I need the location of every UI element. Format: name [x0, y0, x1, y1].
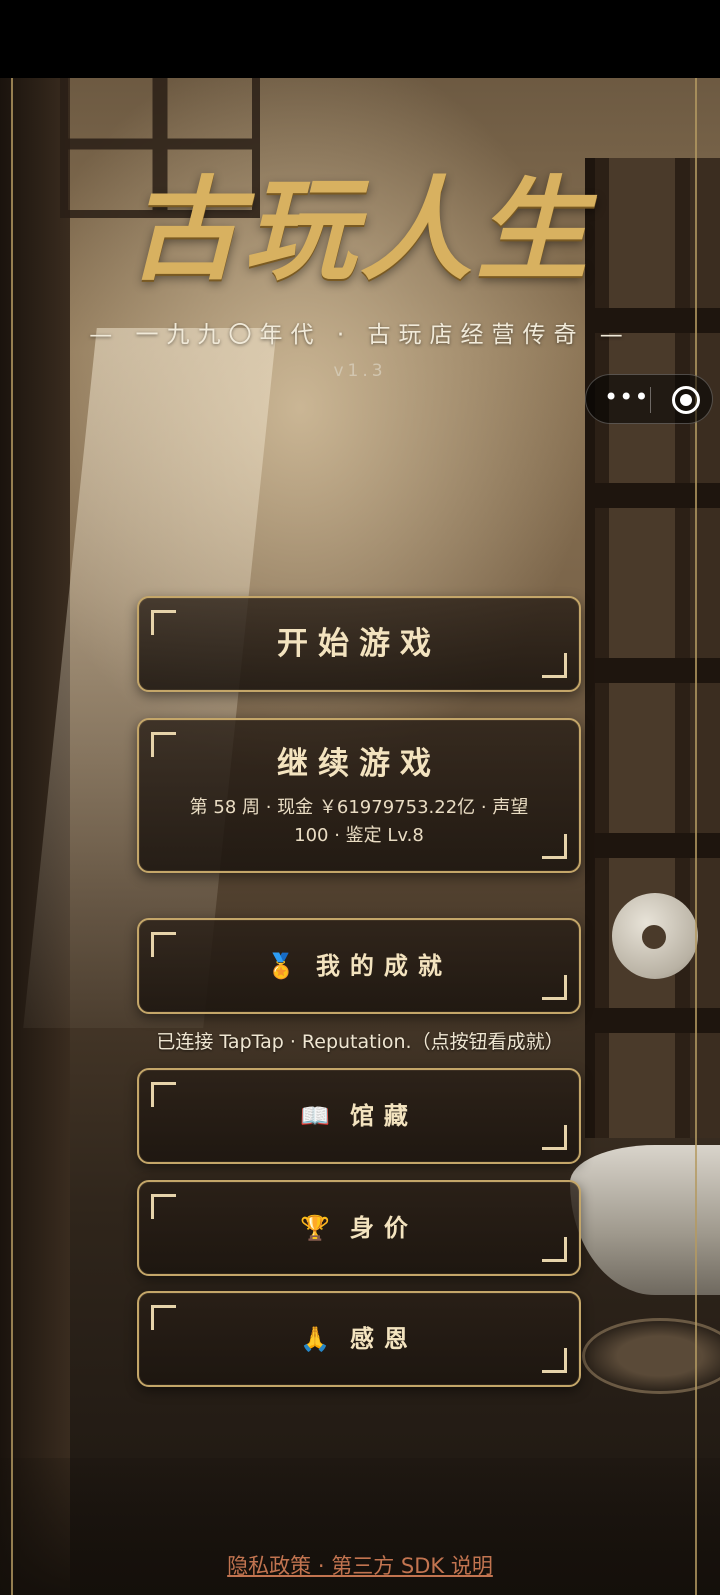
thanks-label: 感恩 [349, 1325, 418, 1353]
thanks-button[interactable]: 🙏 感恩 [137, 1291, 581, 1387]
achievements-button[interactable]: 🏅 我的成就 [137, 918, 581, 1014]
corner-ornament [151, 1194, 176, 1219]
start-game-label: 开始游戏 [277, 626, 441, 662]
continue-game-label: 继续游戏 [277, 746, 441, 782]
status-bar [0, 0, 720, 78]
corner-ornament [542, 1237, 567, 1262]
frame-line-right [695, 78, 697, 1595]
target-circle-icon[interactable] [672, 386, 700, 414]
achievements-label: 我的成就 [315, 952, 452, 980]
corner-ornament [542, 1125, 567, 1150]
corner-ornament [542, 653, 567, 678]
corner-ornament [542, 975, 567, 1000]
mini-program-capsule: ••• [585, 374, 713, 424]
book-icon: 📖 [300, 1102, 330, 1130]
corner-ornament [151, 1082, 176, 1107]
collection-button[interactable]: 📖 馆藏 [137, 1068, 581, 1164]
corner-ornament [151, 610, 176, 635]
corner-ornament [151, 1305, 176, 1330]
net-worth-label: 身价 [349, 1214, 418, 1242]
antique-cabinet [585, 158, 720, 1138]
frame-line-left [11, 78, 13, 1595]
medal-icon: 🏅 [266, 952, 296, 980]
net-worth-button[interactable]: 🏆 身价 [137, 1180, 581, 1276]
praying-hands-icon: 🙏 [300, 1325, 330, 1353]
capsule-divider [650, 387, 651, 413]
privacy-policy-link[interactable]: 隐私政策 · 第三方 SDK 说明 [0, 1550, 720, 1580]
continue-game-button[interactable]: 继续游戏 第 58 周 · 现金 ￥61979753.22亿 · 声望 100 … [137, 718, 581, 873]
jade-disc-hole [642, 925, 666, 949]
start-game-button[interactable]: 开始游戏 [137, 596, 581, 692]
corner-ornament [151, 932, 176, 957]
save-summary: 第 58 周 · 现金 ￥61979753.22亿 · 声望 100 · 鉴定 … [189, 797, 529, 846]
taptap-connection-note: 已连接 TapTap · Reputation.（点按钮看成就） [156, 1031, 564, 1053]
corner-ornament [151, 732, 176, 757]
game-subtitle: — 一九九〇年代 · 古玩店经营传奇 — [89, 322, 631, 348]
trophy-icon: 🏆 [300, 1214, 330, 1242]
corner-ornament [542, 834, 567, 859]
corner-ornament [542, 1348, 567, 1373]
game-title: 古玩人生 [128, 165, 592, 296]
more-dots-icon[interactable]: ••• [604, 383, 649, 411]
collection-label: 馆藏 [349, 1102, 418, 1130]
